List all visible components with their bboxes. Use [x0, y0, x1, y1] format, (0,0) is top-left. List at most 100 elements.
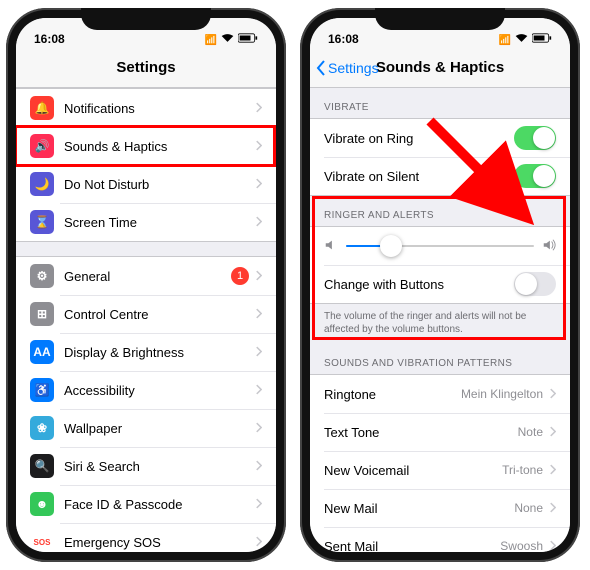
row-value: Swoosh — [500, 539, 543, 552]
row-label: Ringtone — [324, 387, 461, 402]
settings-row[interactable]: ⌛ Screen Time — [16, 203, 276, 241]
screen: 16:08 Settings 🔔 Notifications 🔊 Sounds & H… — [16, 18, 276, 552]
sound-row[interactable]: New MailNone — [310, 489, 570, 527]
sound-row[interactable]: Sent MailSwoosh — [310, 527, 570, 552]
screen: 16:08 Settings Sounds & Haptics VIBRATE … — [310, 18, 570, 552]
row-label: Sounds & Haptics — [64, 139, 255, 154]
chevron-right-icon — [549, 501, 556, 516]
chevron-right-icon — [255, 101, 262, 116]
toggle-change-with-buttons[interactable] — [514, 272, 556, 296]
chevron-right-icon — [549, 387, 556, 402]
signal-icon — [205, 34, 217, 46]
sounds-list: RingtoneMein KlingeltonText ToneNoteNew … — [310, 374, 570, 552]
row-label: Vibrate on Silent — [324, 169, 514, 184]
slider-thumb[interactable] — [380, 235, 402, 257]
slider-track[interactable] — [346, 245, 534, 247]
volume-low-icon — [324, 238, 338, 255]
sounds-content[interactable]: VIBRATE Vibrate on Ring Vibrate on Silen… — [310, 88, 570, 552]
navbar: Settings — [16, 48, 276, 88]
row-change-with-buttons[interactable]: Change with Buttons — [310, 265, 570, 303]
phone-left: 16:08 Settings 🔔 Notifications 🔊 Sounds & H… — [6, 8, 286, 562]
app-icon: 🔍 — [30, 454, 54, 478]
chevron-right-icon — [255, 383, 262, 398]
group-header-ringer: RINGER AND ALERTS — [310, 196, 570, 226]
signal-icon — [499, 34, 511, 46]
settings-row[interactable]: ☻ Face ID & Passcode — [16, 485, 276, 523]
row-label: Text Tone — [324, 425, 518, 440]
app-icon: 🔔 — [30, 96, 54, 120]
phone-right: 16:08 Settings Sounds & Haptics VIBRATE … — [300, 8, 580, 562]
row-value: None — [514, 501, 543, 515]
sound-row[interactable]: RingtoneMein Klingelton — [310, 375, 570, 413]
app-icon: ♿ — [30, 378, 54, 402]
row-label: Vibrate on Ring — [324, 131, 514, 146]
row-label: New Voicemail — [324, 463, 502, 478]
toggle-vibrate-on-ring[interactable] — [514, 126, 556, 150]
row-value: Mein Klingelton — [461, 387, 543, 401]
battery-icon — [238, 33, 258, 46]
chevron-right-icon — [255, 497, 262, 512]
row-label: Screen Time — [64, 215, 255, 230]
back-button[interactable]: Settings — [316, 60, 379, 76]
app-icon: SOS — [30, 530, 54, 552]
badge: 1 — [231, 267, 249, 285]
sound-row[interactable]: New VoicemailTri-tone — [310, 451, 570, 489]
settings-row[interactable]: 🔊 Sounds & Haptics — [16, 127, 276, 165]
sound-row[interactable]: Text ToneNote — [310, 413, 570, 451]
app-icon: ☻ — [30, 492, 54, 516]
app-icon: ⊞ — [30, 302, 54, 326]
app-icon: ⚙ — [30, 264, 54, 288]
wifi-icon — [515, 33, 528, 46]
settings-row[interactable]: ⚙ General1 — [16, 257, 276, 295]
row-label: Emergency SOS — [64, 535, 255, 550]
row-label: Display & Brightness — [64, 345, 255, 360]
chevron-right-icon — [255, 177, 262, 192]
app-icon: ⌛ — [30, 210, 54, 234]
page-title: Settings — [116, 59, 175, 76]
row-label: Do Not Disturb — [64, 177, 255, 192]
volume-high-icon — [542, 238, 556, 255]
settings-row[interactable]: ⊞Control Centre — [16, 295, 276, 333]
chevron-right-icon — [255, 459, 262, 474]
settings-row[interactable]: ♿Accessibility — [16, 371, 276, 409]
app-icon: 🔊 — [30, 134, 54, 158]
settings-row[interactable]: SOS Emergency SOS — [16, 523, 276, 552]
chevron-right-icon — [255, 421, 262, 436]
app-icon: AA — [30, 340, 54, 364]
group-header-sounds: SOUNDS AND VIBRATION PATTERNS — [310, 344, 570, 374]
row-label: Siri & Search — [64, 459, 255, 474]
back-label: Settings — [328, 60, 379, 76]
status-bar: 16:08 — [16, 18, 276, 48]
row-label: Wallpaper — [64, 421, 255, 436]
row-vibrate-on-silent[interactable]: Vibrate on Silent — [310, 157, 570, 195]
row-label: New Mail — [324, 501, 514, 516]
chevron-right-icon — [549, 539, 556, 553]
chevron-right-icon — [255, 535, 262, 550]
settings-row[interactable]: 🔍 Siri & Search — [16, 447, 276, 485]
status-bar: 16:08 — [310, 18, 570, 48]
chevron-right-icon — [549, 463, 556, 478]
settings-row[interactable]: 🌙Do Not Disturb — [16, 165, 276, 203]
chevron-right-icon — [255, 345, 262, 360]
chevron-right-icon — [255, 269, 262, 284]
status-time: 16:08 — [328, 32, 359, 46]
settings-list[interactable]: 🔔 Notifications 🔊 Sounds & Haptics 🌙Do Not D… — [16, 88, 276, 552]
chevron-right-icon — [255, 215, 262, 230]
settings-row[interactable]: 🔔 Notifications — [16, 89, 276, 127]
battery-icon — [532, 33, 552, 46]
status-time: 16:08 — [34, 32, 65, 46]
row-volume-slider[interactable] — [310, 227, 570, 265]
row-label: General — [64, 269, 231, 284]
navbar: Settings Sounds & Haptics — [310, 48, 570, 88]
toggle-vibrate-on-silent[interactable] — [514, 164, 556, 188]
row-label: Sent Mail — [324, 539, 500, 553]
group-footer-ringer: The volume of the ringer and alerts will… — [310, 304, 570, 344]
settings-row[interactable]: AA Display & Brightness — [16, 333, 276, 371]
chevron-right-icon — [255, 307, 262, 322]
settings-row[interactable]: ❀Wallpaper — [16, 409, 276, 447]
page-title: Sounds & Haptics — [376, 59, 504, 76]
row-label: Face ID & Passcode — [64, 497, 255, 512]
row-label: Notifications — [64, 101, 255, 116]
row-label: Change with Buttons — [324, 277, 514, 292]
row-vibrate-on-ring[interactable]: Vibrate on Ring — [310, 119, 570, 157]
